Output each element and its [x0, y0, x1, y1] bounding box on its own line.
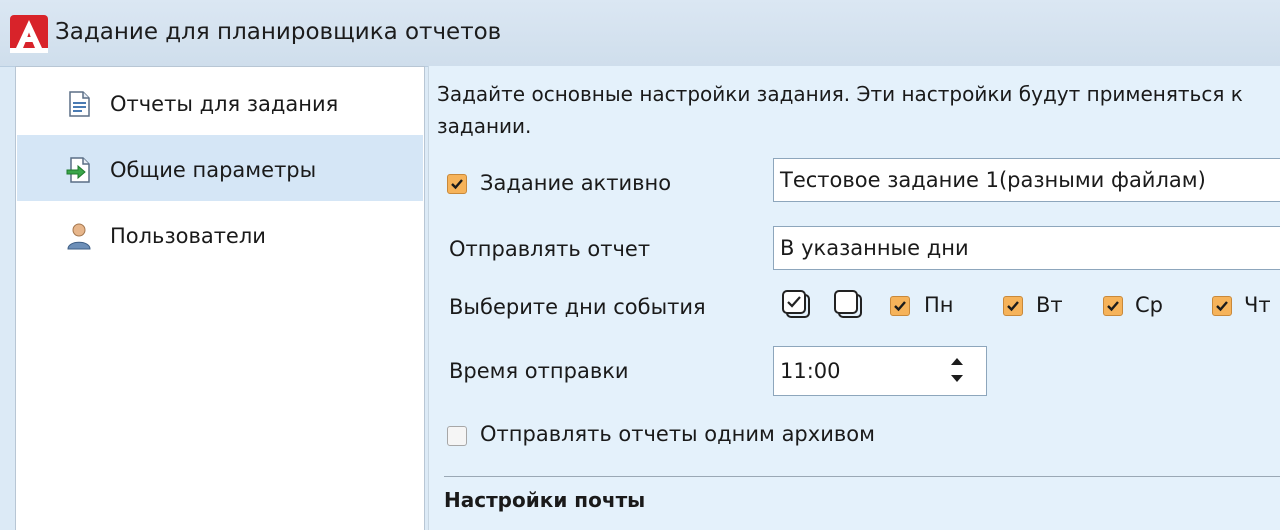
nav-item-users[interactable]: Пользователи	[17, 201, 423, 267]
user-icon	[67, 223, 91, 250]
window-title: Задание для планировщика отчетов	[55, 19, 502, 45]
report-scheduler-window: Задание для планировщика отчетов Отчеты …	[0, 0, 1280, 530]
send-report-select[interactable]: В указанные дни	[773, 226, 1280, 270]
day-thu-checkbox[interactable]	[1212, 296, 1232, 316]
day-mon-label: Пн	[924, 293, 954, 317]
checkmark-icon	[1216, 301, 1228, 312]
day-wed-checkbox[interactable]	[1103, 296, 1123, 316]
title-bar: Задание для планировщика отчетов	[0, 0, 1280, 67]
checkmark-icon	[1007, 301, 1019, 312]
nav-item-general-settings[interactable]: Общие параметры	[17, 135, 423, 201]
task-name-input[interactable]: Тестовое задание 1(разными файлам)	[773, 158, 1280, 202]
send-report-label: Отправлять отчет	[449, 237, 651, 261]
settings-description: Задайте основные настройки задания. Эти …	[437, 82, 1243, 138]
general-settings-icon	[66, 157, 90, 183]
single-archive-label: Отправлять отчеты одним архивом	[480, 422, 875, 446]
day-tue-checkbox[interactable]	[1003, 296, 1023, 316]
send-time-input[interactable]: 11:00	[773, 346, 987, 396]
nav-item-label: Отчеты для задания	[110, 92, 339, 116]
deselect-all-icon[interactable]	[833, 289, 865, 321]
app-logo-icon	[10, 15, 48, 53]
report-document-icon	[69, 91, 90, 117]
task-active-label: Задание активно	[480, 171, 672, 195]
nav-item-reports[interactable]: Отчеты для задания	[17, 69, 423, 135]
checkmark-icon	[451, 179, 463, 190]
send-time-value: 11:00	[780, 359, 841, 383]
single-archive-checkbox[interactable]	[447, 426, 467, 446]
task-active-checkbox[interactable]	[447, 174, 467, 194]
days-label: Выберите дни события	[449, 295, 706, 319]
day-mon-checkbox[interactable]	[890, 296, 910, 316]
checkmark-icon	[1107, 301, 1119, 312]
day-thu-label: Чт	[1244, 293, 1271, 317]
nav-panel: Отчеты для задания Общие параметры Польз…	[15, 66, 425, 530]
time-stepper-icon[interactable]	[946, 355, 968, 385]
day-tue-label: Вт	[1036, 293, 1063, 317]
section-divider	[444, 476, 1280, 477]
select-all-icon[interactable]	[781, 289, 813, 321]
nav-item-label: Общие параметры	[110, 158, 317, 182]
general-settings-panel: Задайте основные настройки задания. Эти …	[428, 66, 1280, 530]
send-time-label: Время отправки	[449, 359, 629, 383]
day-wed-label: Ср	[1135, 293, 1163, 317]
mail-settings-title: Настройки почты	[444, 488, 646, 512]
nav-item-label: Пользователи	[110, 224, 266, 248]
checkmark-icon	[894, 301, 906, 312]
